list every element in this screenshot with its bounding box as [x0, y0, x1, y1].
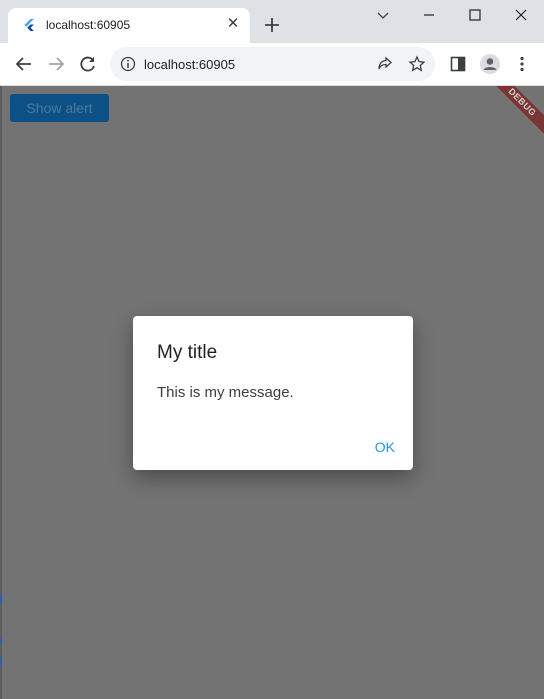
- browser-toolbar: localhost:60905: [0, 43, 544, 86]
- left-edge: [0, 86, 2, 699]
- flutter-icon: [24, 19, 34, 31]
- tab-strip: localhost:60905 ✕: [0, 0, 544, 43]
- maximize-icon[interactable]: [464, 4, 486, 26]
- info-icon[interactable]: [120, 56, 136, 72]
- page-viewport: Show alert DEBUG My title This is my mes…: [0, 86, 544, 699]
- side-panel-icon[interactable]: [448, 54, 468, 74]
- bookmark-star-icon[interactable]: [408, 55, 426, 73]
- debug-banner: DEBUG: [482, 86, 544, 143]
- dialog-message: This is my message.: [157, 384, 294, 401]
- tab-title: localhost:60905: [46, 18, 131, 32]
- address-bar[interactable]: localhost:60905: [110, 47, 435, 81]
- url-text[interactable]: localhost:60905: [144, 57, 235, 72]
- back-arrow-icon[interactable]: [14, 54, 34, 74]
- new-tab-icon[interactable]: [262, 15, 282, 35]
- browser-tab[interactable]: localhost:60905 ✕: [8, 8, 250, 43]
- tab-close-icon[interactable]: ✕: [224, 15, 242, 33]
- edge-mark: [0, 594, 2, 604]
- tab-search-chevron-icon[interactable]: [372, 4, 394, 26]
- alert-dialog: My title This is my message. OK: [133, 316, 413, 470]
- edge-mark: [0, 657, 2, 665]
- show-alert-button[interactable]: Show alert: [10, 94, 109, 122]
- more-menu-icon[interactable]: [512, 54, 532, 74]
- profile-avatar-icon[interactable]: [479, 53, 501, 75]
- forward-arrow-icon[interactable]: [46, 54, 66, 74]
- minimize-icon[interactable]: [418, 4, 440, 26]
- close-window-icon[interactable]: [510, 4, 532, 26]
- edge-mark: [0, 638, 2, 644]
- ok-button[interactable]: OK: [375, 439, 395, 455]
- share-icon[interactable]: [376, 55, 394, 73]
- reload-icon[interactable]: [78, 54, 98, 74]
- dialog-title: My title: [157, 342, 218, 363]
